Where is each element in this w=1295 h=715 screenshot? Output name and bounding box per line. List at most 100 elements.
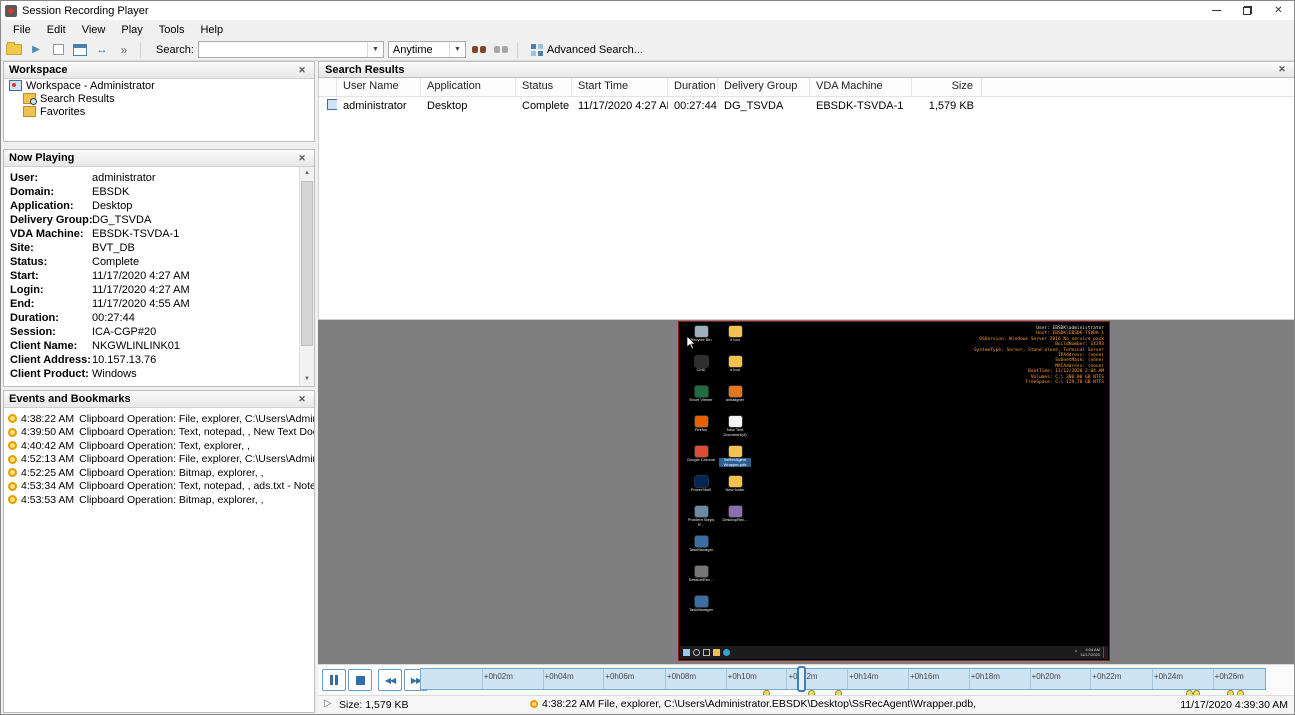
workspace-close-icon[interactable]: ✕ [295,65,309,76]
timeline-slider-handle[interactable] [797,666,806,692]
desktop-icon-ssrecagent-wrapper-pdb[interactable]: SsRecAgent Wrapper.pdb [719,446,751,467]
event-dot-icon [8,455,17,464]
column-header-delivery-group[interactable]: Delivery Group [718,78,810,96]
tree-root-workspace[interactable]: Workspace - Administrator [4,79,314,92]
file-explorer-icon[interactable] [713,649,720,656]
search-disabled-button[interactable] [492,41,510,58]
session-icon [327,99,337,110]
desktop-icon-recycle-bin[interactable]: Recycle Bin [685,326,717,343]
field-label: Duration: [10,311,92,325]
chevron-down-icon[interactable]: ▼ [449,42,465,57]
desktop-icon-antialigner[interactable]: antialigner [719,386,751,403]
desktop-icon-excel-viewer[interactable]: Excel Viewer [685,386,717,403]
play-button[interactable]: ▶ [27,41,45,58]
taskbar-search-icon[interactable] [693,649,700,656]
now-playing-scrollbar[interactable]: ▲ ▼ [299,167,314,386]
start-button[interactable] [683,649,690,656]
menu-view[interactable]: View [74,22,114,38]
rewind-button[interactable]: ◀◀ [378,669,402,691]
event-time: 4:39:50 AM [21,426,74,438]
event-desc: Clipboard Operation: Bitmap, explorer, , [79,494,263,506]
scroll-down-icon[interactable]: ▼ [300,373,314,386]
show-desktop-button[interactable] [1103,647,1106,658]
column-header-application[interactable]: Application [421,78,516,96]
minimize-button[interactable] [1201,1,1232,20]
desktop-icon-taskmanager[interactable]: TaskManager [685,536,717,553]
field-value: 00:27:44 [92,311,135,325]
field-value: DG_TSVDA [92,213,151,227]
events-panel-header: Events and Bookmarks ✕ [4,391,314,408]
timeline-marker-label: +0h06m [605,672,634,681]
menu-tools[interactable]: Tools [151,22,193,38]
event-item[interactable]: 4:52:13 AMClipboard Operation: File, exp… [4,453,314,467]
advanced-search-button[interactable]: Advanced Search... [525,43,649,57]
desktop-icon-label: SessionRec... [685,578,717,583]
task-view-icon[interactable] [703,649,710,656]
column-header-user-name[interactable]: User Name [337,78,421,96]
time-filter-combobox[interactable]: Anytime ▼ [388,41,466,58]
desktop-icon-new-folder[interactable]: New folder [719,476,751,493]
event-item[interactable]: 4:53:53 AMClipboard Operation: Bitmap, e… [4,493,314,507]
event-item[interactable]: 4:53:34 AMClipboard Operation: Text, not… [4,480,314,494]
scrollbar-thumb[interactable] [301,181,313,346]
chevron-down-icon[interactable]: ▼ [367,42,383,57]
pause-button[interactable] [322,669,346,691]
tree-item-favorites[interactable]: Favorites [18,105,314,118]
menu-file[interactable]: File [5,22,39,38]
edge-icon[interactable] [723,649,730,656]
column-header-duration[interactable]: Duration [668,78,718,96]
desktop-icon-desktoprec[interactable]: DesktopRec... [719,506,751,523]
open-file-button[interactable] [5,41,23,58]
desktop-icon-sessionrec[interactable]: SessionRec... [685,566,717,583]
search-results-table: User NameApplicationStatusStart TimeDura… [318,78,1295,320]
desktop-icon-image [729,386,742,397]
window-controls: ✕ [1201,1,1294,20]
search-results-close-icon[interactable]: ✕ [1275,64,1289,75]
desktop-icon-firefox[interactable]: Firefox [685,416,717,433]
scroll-up-icon[interactable]: ▲ [300,167,314,180]
events-close-icon[interactable]: ✕ [295,394,309,405]
menu-play[interactable]: Play [113,22,150,38]
event-item[interactable]: 4:52:25 AMClipboard Operation: Bitmap, e… [4,466,314,480]
stop-frame-button[interactable] [49,41,67,58]
result-row[interactable]: administratorDesktopComplete11/17/2020 4… [319,97,1295,114]
desktop-icon-new-text-document-4[interactable]: New Text Document(4) [719,416,751,437]
timeline-tick [482,669,483,689]
player-window-button[interactable] [71,41,89,58]
pan-button[interactable]: ↔ [93,41,111,58]
search-combobox[interactable]: ▼ [198,41,384,58]
toolbar-overflow-chevron[interactable]: » [115,41,133,58]
search-button[interactable] [470,41,488,58]
desktop-icon-powershell[interactable]: PowerShell [685,476,717,493]
menu-edit[interactable]: Edit [39,22,74,38]
desktop-icon-label: New folder [719,488,751,493]
close-button[interactable]: ✕ [1263,1,1294,20]
cell-size: 1,579 KB [912,100,982,112]
open-folder-icon [6,44,22,55]
event-item[interactable]: 4:38:22 AMClipboard Operation: File, exp… [4,412,314,426]
timeline-seekbar[interactable]: +0h02m+0h04m+0h06m+0h08m+0h10m+0h12m+0h1… [420,668,1266,690]
taskbar-clock: 4:04 AM 11/17/2020 [1080,648,1100,657]
menu-help[interactable]: Help [192,22,231,38]
column-header-size[interactable]: Size [912,78,982,96]
desktop-icon-cmd[interactable]: CMD [685,356,717,373]
timeline-tick [665,669,666,689]
column-header-start-time[interactable]: Start Time [572,78,668,96]
desktop-icon-taskmanager[interactable]: TaskManager [685,596,717,613]
event-dot-icon [8,495,17,504]
desktop-icon-it-tool[interactable]: it tool [719,326,751,343]
desktop-icon-problem-steps-r[interactable]: Problem Steps R... [685,506,717,527]
tray-chevron-icon[interactable]: ^ [1075,650,1077,656]
stop-button[interactable] [348,669,372,691]
column-header-vda-machine[interactable]: VDA Machine [810,78,912,96]
restore-button[interactable] [1232,1,1263,20]
desktop-icon-google-chrome[interactable]: Google Chrome [685,446,717,463]
event-time: 4:52:13 AM [21,453,74,465]
timeline-marker-label: +0h04m [545,672,574,681]
event-item[interactable]: 4:39:50 AMClipboard Operation: Text, not… [4,426,314,440]
now-playing-close-icon[interactable]: ✕ [295,153,309,164]
desktop-icon-d-tool[interactable]: d tool [719,356,751,373]
tree-item-search-results[interactable]: Search Results [18,92,314,105]
event-item[interactable]: 4:40:42 AMClipboard Operation: Text, exp… [4,439,314,453]
column-header-status[interactable]: Status [516,78,572,96]
